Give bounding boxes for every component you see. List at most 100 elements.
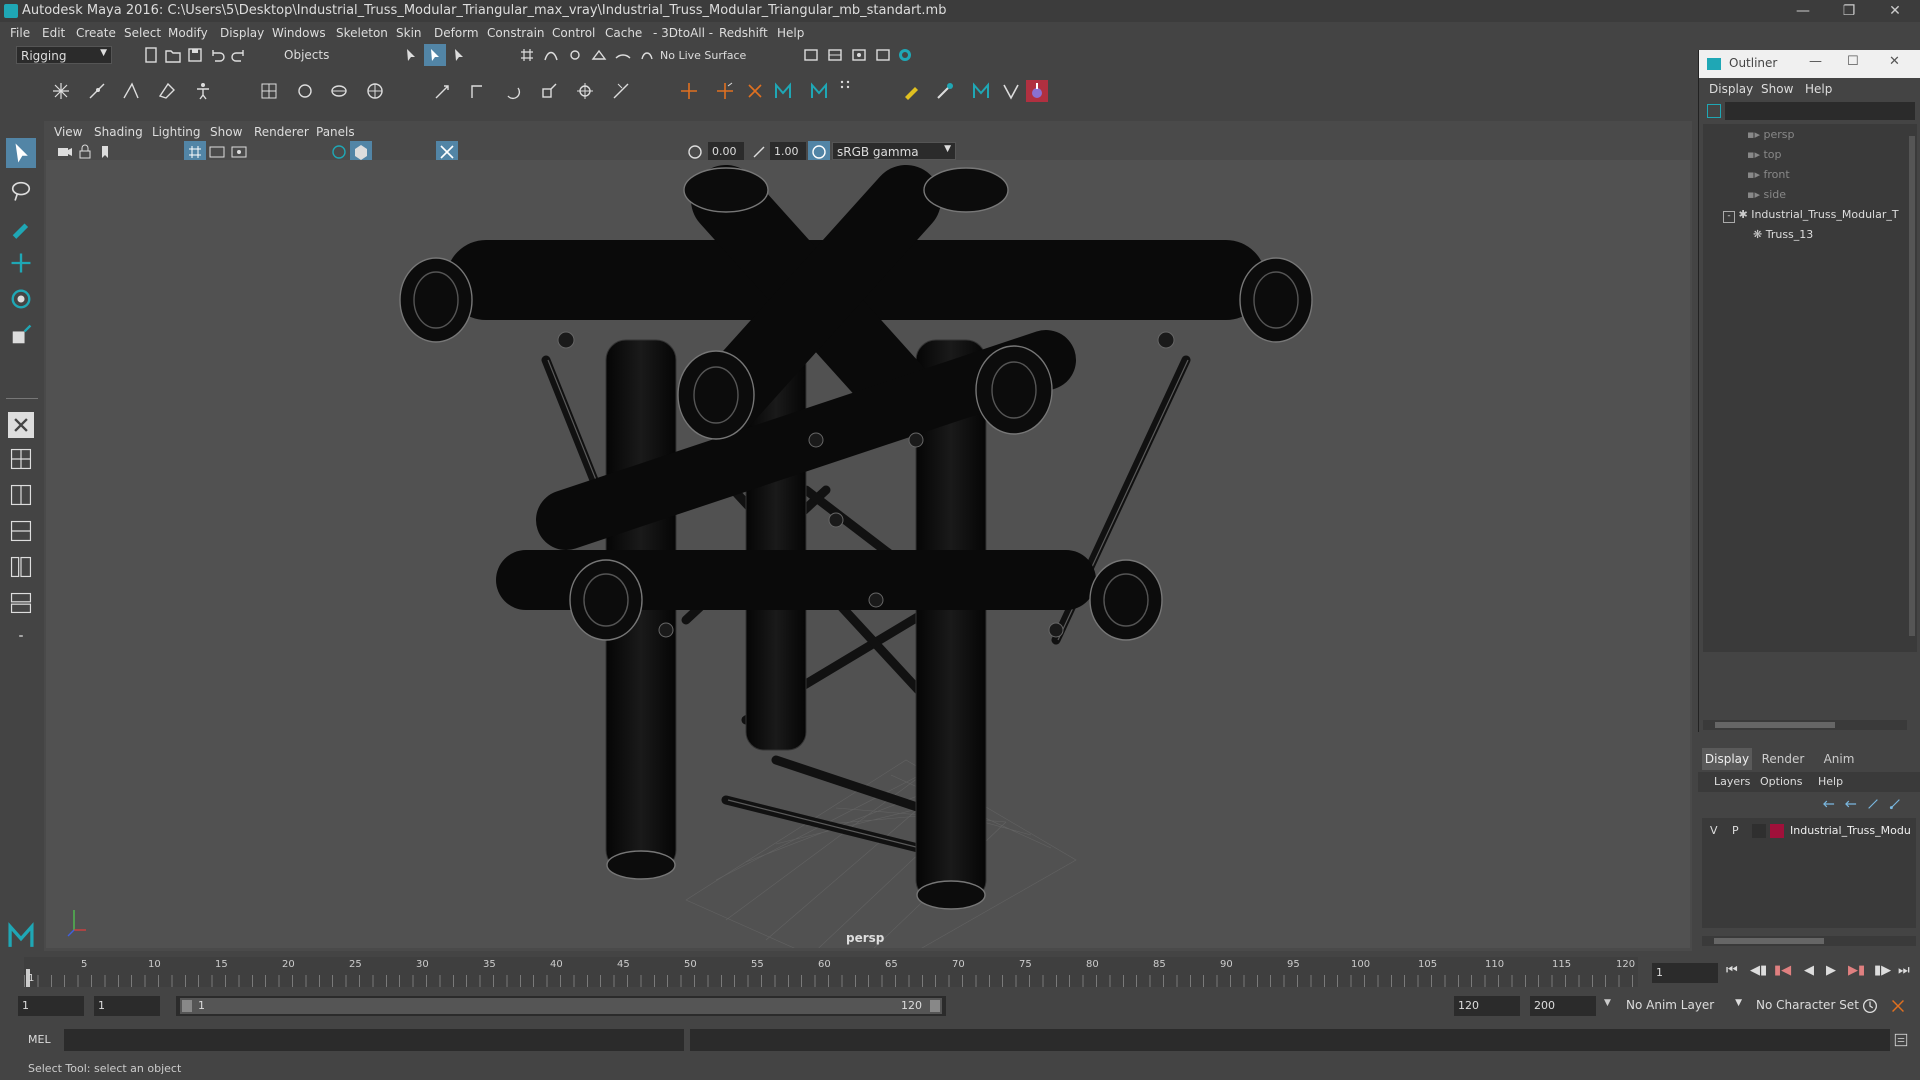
save-scene-icon[interactable] bbox=[184, 44, 206, 66]
outliner-layout-icon[interactable] bbox=[8, 554, 34, 580]
move-tool-icon[interactable] bbox=[8, 250, 34, 276]
step-forward-icon[interactable]: ▮▶ bbox=[1874, 963, 1891, 978]
paint-select-icon[interactable] bbox=[8, 214, 34, 240]
ik-spline-icon[interactable] bbox=[120, 80, 142, 102]
outliner-item-truss[interactable]: ❋ Truss_13 bbox=[1753, 228, 1813, 241]
point-constraint-icon[interactable] bbox=[432, 80, 454, 102]
end-time-field[interactable]: 200 bbox=[1530, 996, 1596, 1016]
side-by-side-layout-icon[interactable] bbox=[8, 482, 34, 508]
start-time-field[interactable]: 1 bbox=[18, 996, 84, 1016]
scrollbar-thumb[interactable] bbox=[1715, 722, 1835, 728]
menu-cache[interactable]: Cache bbox=[605, 26, 642, 40]
gamma-field[interactable]: 1.00 bbox=[770, 142, 806, 160]
humanik-icon[interactable] bbox=[192, 80, 214, 102]
go-to-end-icon[interactable]: ⏭ bbox=[1898, 963, 1910, 978]
time-slider[interactable]: 1 5 10 15 20 25 30 35 40 45 50 55 60 65 … bbox=[0, 953, 1920, 989]
animation-prefs-icon[interactable] bbox=[1888, 996, 1908, 1016]
move-layer-down-icon[interactable] bbox=[1842, 796, 1860, 812]
menu-set-dropdown[interactable]: Rigging ▼ bbox=[16, 46, 112, 64]
layer-color-swatch[interactable] bbox=[1770, 824, 1784, 838]
scale-tool-icon[interactable] bbox=[8, 322, 34, 348]
layer-visibility-toggle[interactable]: V bbox=[1710, 824, 1718, 837]
redshift-icon[interactable] bbox=[1026, 80, 1048, 102]
render-view-icon[interactable] bbox=[894, 44, 916, 66]
outliner-filter-icon[interactable] bbox=[1707, 104, 1721, 118]
layer-menu-options[interactable]: Options bbox=[1760, 775, 1802, 788]
step-back-icon[interactable]: ◀▮ bbox=[1750, 963, 1767, 978]
single-view-layout-icon[interactable] bbox=[8, 412, 34, 438]
layer-menu-layers[interactable]: Layers bbox=[1714, 775, 1750, 788]
parent-constraint-icon[interactable] bbox=[466, 80, 488, 102]
step-back-key-icon[interactable]: ▮◀ bbox=[1774, 963, 1791, 978]
layer-playback-toggle[interactable]: P bbox=[1732, 824, 1739, 837]
tab-display[interactable]: Display bbox=[1702, 748, 1752, 770]
layer-type-toggle[interactable] bbox=[1752, 824, 1766, 838]
menu-edit[interactable]: Edit bbox=[42, 26, 65, 40]
outliner-item-front[interactable]: ▪▸ front bbox=[1747, 168, 1790, 181]
aim-constraint-icon[interactable] bbox=[574, 80, 596, 102]
outliner-maximize-icon[interactable]: ☐ bbox=[1847, 54, 1859, 69]
select-component-icon[interactable] bbox=[448, 44, 470, 66]
layer-horizontal-scrollbar[interactable] bbox=[1702, 936, 1916, 946]
range-slider[interactable]: 1 120 bbox=[176, 996, 946, 1016]
go-to-start-icon[interactable]: ⏮ bbox=[1726, 963, 1738, 978]
undo-icon[interactable] bbox=[206, 44, 228, 66]
range-end-handle[interactable] bbox=[930, 1000, 940, 1012]
vector-v-icon[interactable] bbox=[1000, 80, 1022, 102]
menu-skin[interactable]: Skin bbox=[396, 26, 422, 40]
make-live-icon[interactable] bbox=[636, 44, 658, 66]
outliner-item-side[interactable]: ▪▸ side bbox=[1747, 188, 1786, 201]
menu-deform[interactable]: Deform bbox=[434, 26, 479, 40]
anim-layer-dropdown[interactable]: No Anim Layer ▼ bbox=[1622, 996, 1746, 1016]
ik-handle-icon[interactable] bbox=[86, 80, 108, 102]
exposure-field[interactable]: 0.00 bbox=[708, 142, 744, 160]
menu-file[interactable]: File bbox=[10, 26, 30, 40]
menu-select[interactable]: Select bbox=[124, 26, 161, 40]
outliner-search-field[interactable] bbox=[1725, 102, 1915, 120]
grid-dots-icon[interactable] bbox=[838, 76, 852, 98]
character-set-dropdown[interactable]: No Character Set bbox=[1752, 996, 1864, 1016]
range-start-handle[interactable] bbox=[182, 1000, 192, 1012]
bind-skin-icon[interactable] bbox=[156, 80, 178, 102]
toolbox-collapse-icon[interactable] bbox=[8, 626, 34, 646]
layer-row[interactable]: V P Industrial_Truss_Modu bbox=[1702, 822, 1916, 840]
color-space-dropdown[interactable]: sRGB gamma ▼ bbox=[832, 142, 956, 160]
outliner-menu-help[interactable]: Help bbox=[1805, 82, 1832, 96]
menu-skeleton[interactable]: Skeleton bbox=[336, 26, 388, 40]
rotate-tool-icon[interactable] bbox=[8, 286, 34, 312]
chevron-down-icon[interactable]: ▼ bbox=[1604, 998, 1611, 1008]
orient-constraint-icon[interactable] bbox=[502, 80, 524, 102]
lattice-icon[interactable] bbox=[258, 80, 280, 102]
menu-redshift[interactable]: Redshift bbox=[719, 26, 768, 40]
command-language-label[interactable]: MEL bbox=[28, 1033, 51, 1046]
new-scene-icon[interactable] bbox=[140, 44, 162, 66]
tab-anim[interactable]: Anim bbox=[1814, 748, 1864, 770]
render-frame-icon[interactable] bbox=[800, 44, 822, 66]
selection-mask-dropdown[interactable]: Objects bbox=[280, 46, 378, 64]
outliner-item-persp[interactable]: ▪▸ persp bbox=[1747, 128, 1794, 141]
maya-m-icon[interactable] bbox=[772, 80, 794, 102]
range-slider-handle[interactable]: 1 120 bbox=[180, 998, 942, 1014]
menu-windows[interactable]: Windows bbox=[272, 26, 326, 40]
outliner-menu-show[interactable]: Show bbox=[1761, 82, 1793, 96]
snap-surface-icon[interactable] bbox=[612, 44, 634, 66]
locator-icon[interactable] bbox=[678, 80, 700, 102]
snap-point-icon[interactable] bbox=[564, 44, 586, 66]
move-layer-up-icon[interactable] bbox=[1820, 796, 1838, 812]
redo-icon[interactable] bbox=[228, 44, 250, 66]
cluster-handle-icon[interactable] bbox=[744, 80, 766, 102]
outliner-item-top[interactable]: ▪▸ top bbox=[1747, 148, 1782, 161]
select-tool-icon[interactable] bbox=[6, 138, 36, 168]
graph-layout-icon[interactable] bbox=[8, 590, 34, 616]
close-icon[interactable]: ✕ bbox=[1872, 0, 1918, 22]
open-scene-icon[interactable] bbox=[162, 44, 184, 66]
auto-key-icon[interactable] bbox=[1860, 996, 1880, 1016]
layer-name[interactable]: Industrial_Truss_Modu bbox=[1790, 824, 1911, 837]
tab-render[interactable]: Render bbox=[1758, 748, 1808, 770]
menu-constrain[interactable]: Constrain bbox=[487, 26, 545, 40]
blend-shape-icon[interactable] bbox=[364, 80, 386, 102]
minimize-icon[interactable]: — bbox=[1780, 0, 1826, 22]
maya-m3-icon[interactable] bbox=[970, 80, 992, 102]
snap-grid-icon[interactable] bbox=[516, 44, 538, 66]
layer-menu-help[interactable]: Help bbox=[1818, 775, 1843, 788]
